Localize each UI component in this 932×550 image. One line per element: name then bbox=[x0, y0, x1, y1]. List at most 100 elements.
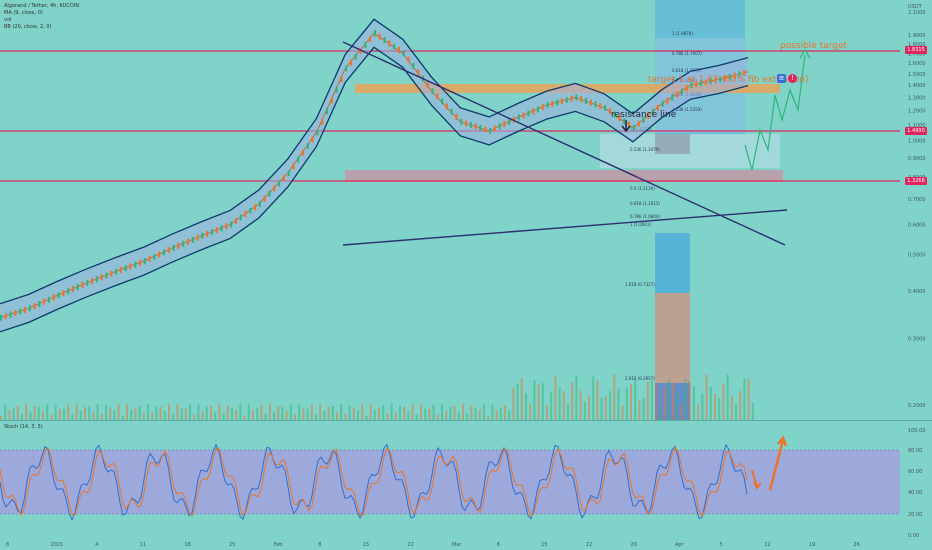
volume-bar bbox=[457, 412, 460, 420]
candle bbox=[551, 100, 554, 107]
candle bbox=[498, 123, 501, 130]
candle bbox=[311, 136, 314, 143]
candle bbox=[124, 265, 127, 272]
candle bbox=[556, 99, 559, 106]
volume-bar bbox=[109, 407, 112, 420]
y-tick-label: 0.9000 bbox=[908, 156, 926, 162]
volume-bar bbox=[567, 403, 569, 420]
candle bbox=[115, 268, 118, 275]
candle bbox=[220, 225, 223, 232]
price-tag-high: 1.8315 bbox=[905, 46, 927, 54]
candle bbox=[465, 120, 468, 127]
candle bbox=[350, 59, 353, 66]
x-tick-label: 26 bbox=[853, 542, 859, 548]
candle bbox=[474, 123, 477, 130]
volume-bar bbox=[726, 374, 729, 420]
volume-bar bbox=[201, 410, 204, 420]
volume-bar bbox=[50, 414, 53, 420]
volume-bar bbox=[533, 380, 536, 420]
volume-bar bbox=[231, 407, 233, 420]
volume-bar bbox=[659, 413, 662, 420]
bb-indicator-label[interactable]: BB (20, close, 2, 0) bbox=[4, 24, 79, 31]
volume-bar bbox=[25, 404, 28, 420]
volume-bar bbox=[315, 414, 317, 420]
candle bbox=[302, 149, 305, 156]
candle bbox=[33, 303, 36, 310]
candle bbox=[316, 129, 319, 136]
volume-bar bbox=[37, 406, 40, 420]
volume-bar bbox=[352, 407, 355, 420]
candle bbox=[340, 76, 343, 83]
x-tick-label: Feb bbox=[274, 542, 283, 548]
candle bbox=[100, 274, 103, 281]
candle bbox=[43, 298, 46, 305]
candle bbox=[378, 33, 381, 40]
candle bbox=[594, 101, 597, 108]
support-zone bbox=[345, 170, 783, 182]
volume-bar bbox=[117, 404, 120, 420]
volume-bar bbox=[667, 379, 670, 420]
note-icon[interactable]: ≡ bbox=[777, 74, 786, 83]
x-tick-label: 25 bbox=[229, 542, 235, 548]
candle bbox=[397, 46, 400, 53]
volume-bar bbox=[453, 406, 456, 420]
volume-bar bbox=[571, 382, 574, 420]
y-tick-label: 1.9000 bbox=[908, 33, 926, 39]
candle bbox=[23, 306, 26, 313]
candle bbox=[354, 53, 357, 60]
volume-bar bbox=[348, 405, 351, 420]
volume-bar bbox=[680, 405, 683, 420]
volume-bar bbox=[252, 409, 254, 420]
candle bbox=[546, 102, 549, 109]
volume-bar bbox=[159, 406, 162, 420]
candle bbox=[455, 113, 458, 120]
symbol-title[interactable]: Algorand / Tether, 4h, KUCOIN bbox=[4, 3, 79, 10]
ma-indicator-label[interactable]: MA (9, close, 0) bbox=[4, 10, 79, 17]
volume-bar bbox=[508, 409, 511, 420]
y-tick-label: 1.2000 bbox=[908, 109, 926, 115]
volume-bar bbox=[541, 383, 544, 420]
x-tick-label: 5 bbox=[720, 542, 723, 548]
candle bbox=[47, 296, 50, 303]
volume-bar bbox=[46, 404, 49, 420]
volume-bar bbox=[365, 415, 368, 420]
volume-bar bbox=[399, 406, 401, 420]
fib-level-label: 0.786 (1.0844) bbox=[630, 214, 660, 219]
x-tick-label: 4 bbox=[95, 542, 98, 548]
vol-indicator-label[interactable]: vol bbox=[4, 17, 79, 24]
candle bbox=[489, 127, 492, 134]
volume-bar bbox=[420, 404, 422, 420]
volume-bar bbox=[747, 379, 750, 420]
candle bbox=[249, 207, 252, 214]
candle bbox=[580, 96, 583, 103]
volume-bar bbox=[722, 384, 725, 420]
stoch-label[interactable]: Stoch (14, 3, 3) bbox=[4, 424, 43, 431]
volume-bar bbox=[407, 410, 410, 420]
volume-bar bbox=[583, 401, 586, 420]
candle bbox=[537, 106, 540, 113]
candle bbox=[76, 284, 79, 291]
candle bbox=[258, 200, 261, 207]
candle bbox=[273, 185, 276, 192]
volume-bar bbox=[520, 378, 523, 420]
fib-level-label: 2.618 (0.2957) bbox=[625, 376, 655, 381]
volume-bar bbox=[634, 377, 637, 420]
volume-bar bbox=[163, 410, 166, 420]
x-tick-label: Mar bbox=[452, 542, 462, 548]
volume-bar bbox=[642, 397, 645, 420]
candle bbox=[445, 103, 448, 110]
candle bbox=[196, 234, 199, 241]
candle bbox=[493, 125, 496, 132]
candle bbox=[393, 43, 396, 50]
stoch-tick-label: 100.00 bbox=[908, 428, 926, 434]
alert-icon[interactable]: ! bbox=[788, 74, 797, 83]
volume-bar bbox=[424, 408, 427, 420]
possible-target-annotation[interactable]: possible target bbox=[780, 41, 847, 51]
volume-bar bbox=[394, 412, 397, 420]
volume-bar bbox=[71, 414, 74, 420]
volume-bar bbox=[239, 404, 242, 420]
candle bbox=[407, 56, 410, 63]
volume-bar bbox=[537, 384, 540, 420]
volume-bar bbox=[319, 404, 322, 420]
resistance-annotation[interactable]: resistance line bbox=[611, 110, 676, 120]
